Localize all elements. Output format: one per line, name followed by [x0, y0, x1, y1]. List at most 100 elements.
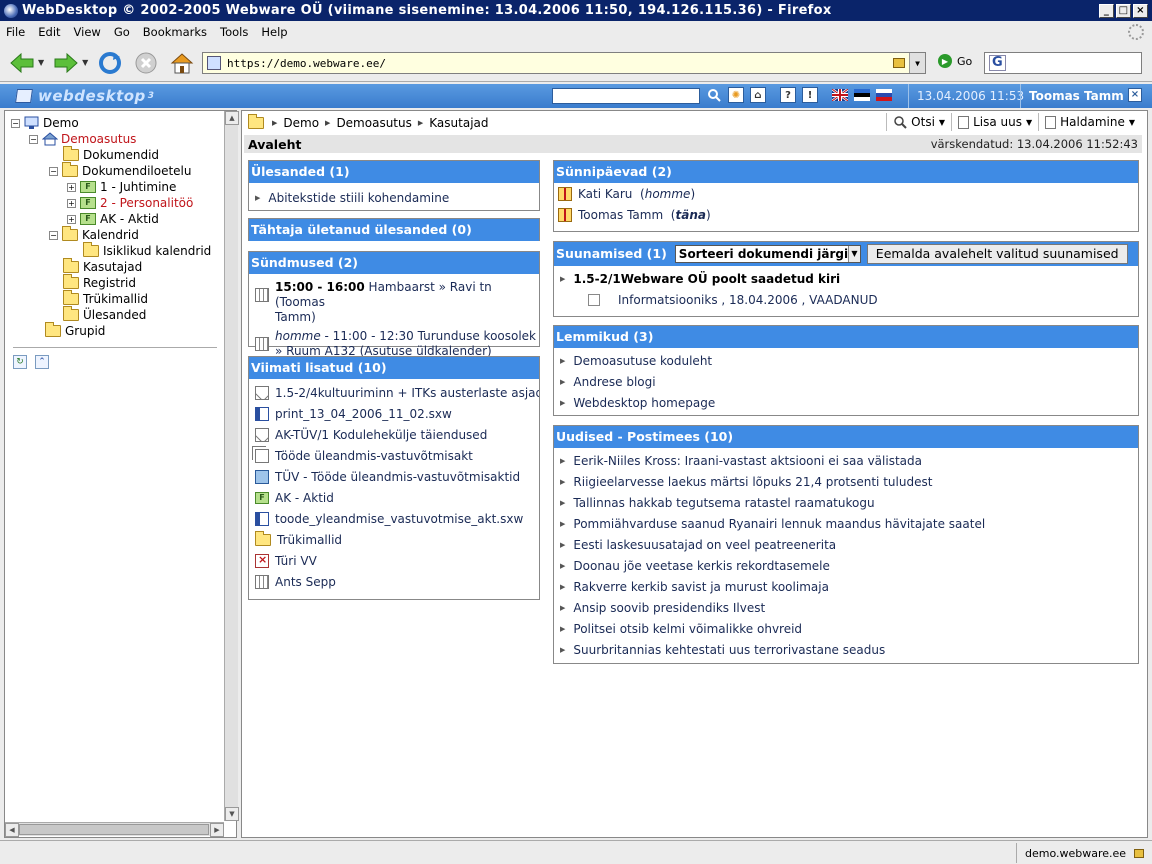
expand-icon[interactable]: +: [67, 182, 76, 192]
home-small-icon[interactable]: ⌂: [750, 87, 766, 103]
news-link[interactable]: ▶ Suurbritannias kehtestati uus terroriva…: [554, 639, 1138, 660]
breadcrumb-demo[interactable]: Demo: [283, 116, 319, 130]
help-icon[interactable]: ?: [780, 87, 796, 103]
scroll-down-icon[interactable]: ▼: [225, 807, 239, 821]
url-history-dropdown[interactable]: ▼: [909, 53, 925, 73]
search-icon[interactable]: [706, 87, 722, 103]
recent-item[interactable]: F AK - Aktid: [249, 487, 539, 508]
favorite-link[interactable]: ▶ Demoasutuse koduleht: [554, 350, 1138, 371]
admin-menu[interactable]: Haldamine ▼: [1038, 113, 1141, 131]
tree-vertical-scrollbar[interactable]: ▲ ▼: [224, 111, 239, 821]
tree-node-dokumendid[interactable]: Dokumendid: [63, 146, 159, 163]
recent-item[interactable]: print_13_04_2006_11_02.sxw: [249, 403, 539, 424]
recent-item[interactable]: Türi VV: [249, 550, 539, 571]
tree-node-ulesanded[interactable]: Ülesanded: [63, 306, 146, 323]
forward-history-dropdown[interactable]: ▼: [82, 58, 88, 67]
scroll-right-icon[interactable]: ▶: [210, 823, 224, 837]
collapse-icon[interactable]: −: [29, 134, 38, 144]
quick-search-input[interactable]: [552, 88, 700, 104]
birthday-item[interactable]: Kati Karu (homme): [554, 183, 1138, 204]
sort-select[interactable]: Sorteeri dokumendi järgi ▼: [674, 245, 861, 263]
tree-horizontal-scrollbar[interactable]: ◀ ▶: [5, 822, 224, 837]
tree-node-kalendrid[interactable]: − Kalendrid: [49, 226, 139, 243]
recent-header[interactable]: Viimati lisatud (10): [249, 357, 539, 379]
task-item[interactable]: ▶ Abitekstide stiili kohendamine: [249, 187, 539, 208]
expand-icon[interactable]: +: [67, 198, 76, 208]
news-link[interactable]: ▶ Eerik-Niiles Kross: Iraani-vastast akts…: [554, 450, 1138, 471]
current-user[interactable]: Toomas Tamm: [1020, 84, 1124, 108]
home-button[interactable]: [168, 49, 196, 77]
scroll-thumb[interactable]: [19, 824, 209, 835]
favorite-link[interactable]: ▶ Webdesktop homepage: [554, 392, 1138, 413]
news-link[interactable]: ▶ Riigieelarvesse laekus märtsi lõpuks 21…: [554, 471, 1138, 492]
info-icon[interactable]: !: [802, 87, 818, 103]
expand-icon[interactable]: +: [67, 214, 76, 224]
news-link[interactable]: ▶ Rakverre kerkib savist ja murust koolim…: [554, 576, 1138, 597]
refresh-tree-icon[interactable]: ↻: [13, 355, 27, 369]
recent-item[interactable]: toode_yleandmise_vastuvotmise_akt.sxw: [249, 508, 539, 529]
collapse-icon[interactable]: −: [49, 230, 58, 240]
add-new-menu[interactable]: Lisa uus ▼: [951, 113, 1038, 131]
menu-edit[interactable]: Edit: [38, 25, 60, 39]
tasks-header[interactable]: Ülesanded (1): [249, 161, 539, 183]
minimize-button[interactable]: _: [1099, 3, 1114, 18]
collapse-tree-icon[interactable]: ⌃: [35, 355, 49, 369]
event-item[interactable]: homme - 11:00 - 12:30 Turunduse koosolek…: [249, 325, 539, 359]
recent-item[interactable]: Trükimallid: [249, 529, 539, 550]
overdue-header[interactable]: Tähtaja ületanud ülesanded (0): [249, 219, 539, 241]
tree-node-kasutajad[interactable]: Kasutajad: [63, 258, 142, 275]
routing-checkbox[interactable]: [588, 293, 600, 306]
back-history-dropdown[interactable]: ▼: [38, 58, 44, 67]
refresh-star-icon[interactable]: ✺: [728, 87, 744, 103]
russian-flag-icon[interactable]: [876, 89, 892, 101]
recent-item[interactable]: TÜV - Tööde üleandmis-vastuvõtmisaktid: [249, 466, 539, 487]
tree-node-demo[interactable]: − Demo: [11, 115, 79, 131]
search-menu[interactable]: Otsi ▼: [886, 113, 951, 131]
stop-button[interactable]: [132, 49, 160, 77]
breadcrumb-kasutajad[interactable]: Kasutajad: [429, 116, 488, 130]
collapse-icon[interactable]: −: [11, 118, 20, 128]
routings-title[interactable]: Suunamised (1): [556, 243, 667, 265]
menu-bookmarks[interactable]: Bookmarks: [143, 25, 207, 39]
web-search-input[interactable]: G: [984, 52, 1142, 74]
secure-lock-icon[interactable]: [1134, 848, 1145, 858]
back-button[interactable]: [8, 49, 36, 77]
tree-node-ak-aktid[interactable]: + F AK - Aktid: [67, 211, 159, 227]
tree-node-trukimallid[interactable]: Trükimallid: [63, 290, 148, 307]
tree-node-juhtimine[interactable]: + F 1 - Juhtimine: [67, 179, 176, 195]
recent-item[interactable]: 1.5-2/4kultuuriminn + ITKs austerlaste a…: [249, 382, 539, 403]
menu-help[interactable]: Help: [261, 25, 287, 39]
menu-go[interactable]: Go: [114, 25, 130, 39]
close-window-button[interactable]: ×: [1133, 3, 1148, 18]
menu-file[interactable]: File: [6, 25, 25, 39]
recent-item[interactable]: Tööde üleandmis-vastuvõtmisakt: [249, 445, 539, 466]
scroll-up-icon[interactable]: ▲: [225, 111, 239, 125]
favorite-link[interactable]: ▶ Andrese blogi: [554, 371, 1138, 392]
tree-node-registrid[interactable]: Registrid: [63, 274, 136, 291]
routing-document[interactable]: ▶ 1.5-2/1Webware OÜ poolt saadetud kiri: [554, 268, 1138, 289]
logout-close-icon[interactable]: ×: [1128, 88, 1142, 102]
go-button[interactable]: ▶ Go: [938, 54, 972, 68]
tree-node-isiklikud-kalendrid[interactable]: Isiklikud kalendrid: [83, 242, 211, 259]
tree-node-dokumendiloetelu[interactable]: − Dokumendiloetelu: [49, 162, 191, 179]
news-link[interactable]: ▶ Ansip soovib presidendiks Ilvest: [554, 597, 1138, 618]
google-search-engine-icon[interactable]: G: [989, 55, 1006, 71]
news-link[interactable]: ▶ Tallinnas hakkab tegutsema ratastel raa…: [554, 492, 1138, 513]
forward-button[interactable]: [52, 49, 80, 77]
recent-item[interactable]: AK-TÜV/1 Kodulehekülje täiendused: [249, 424, 539, 445]
menu-tools[interactable]: Tools: [220, 25, 248, 39]
estonian-flag-icon[interactable]: [854, 89, 870, 101]
english-flag-icon[interactable]: [832, 89, 848, 101]
recent-item[interactable]: Ants Sepp: [249, 571, 539, 592]
menu-view[interactable]: View: [74, 25, 101, 39]
news-header[interactable]: Uudised - Postimees (10): [554, 426, 1138, 448]
remove-routings-button[interactable]: Eemalda avalehelt valitud suunamised: [866, 244, 1128, 264]
tree-node-personalitoo[interactable]: + F 2 - Personalitöö: [67, 195, 193, 211]
favorites-header[interactable]: Lemmikud (3): [554, 326, 1138, 348]
scroll-left-icon[interactable]: ◀: [5, 823, 19, 837]
events-header[interactable]: Sündmused (2): [249, 252, 539, 274]
url-bar[interactable]: https://demo.webware.ee/ ▼: [202, 52, 926, 74]
news-link[interactable]: ▶ Doonau jõe veetase kerkis rekordtasemel…: [554, 555, 1138, 576]
maximize-button[interactable]: □: [1116, 3, 1131, 18]
reload-button[interactable]: [96, 49, 124, 77]
